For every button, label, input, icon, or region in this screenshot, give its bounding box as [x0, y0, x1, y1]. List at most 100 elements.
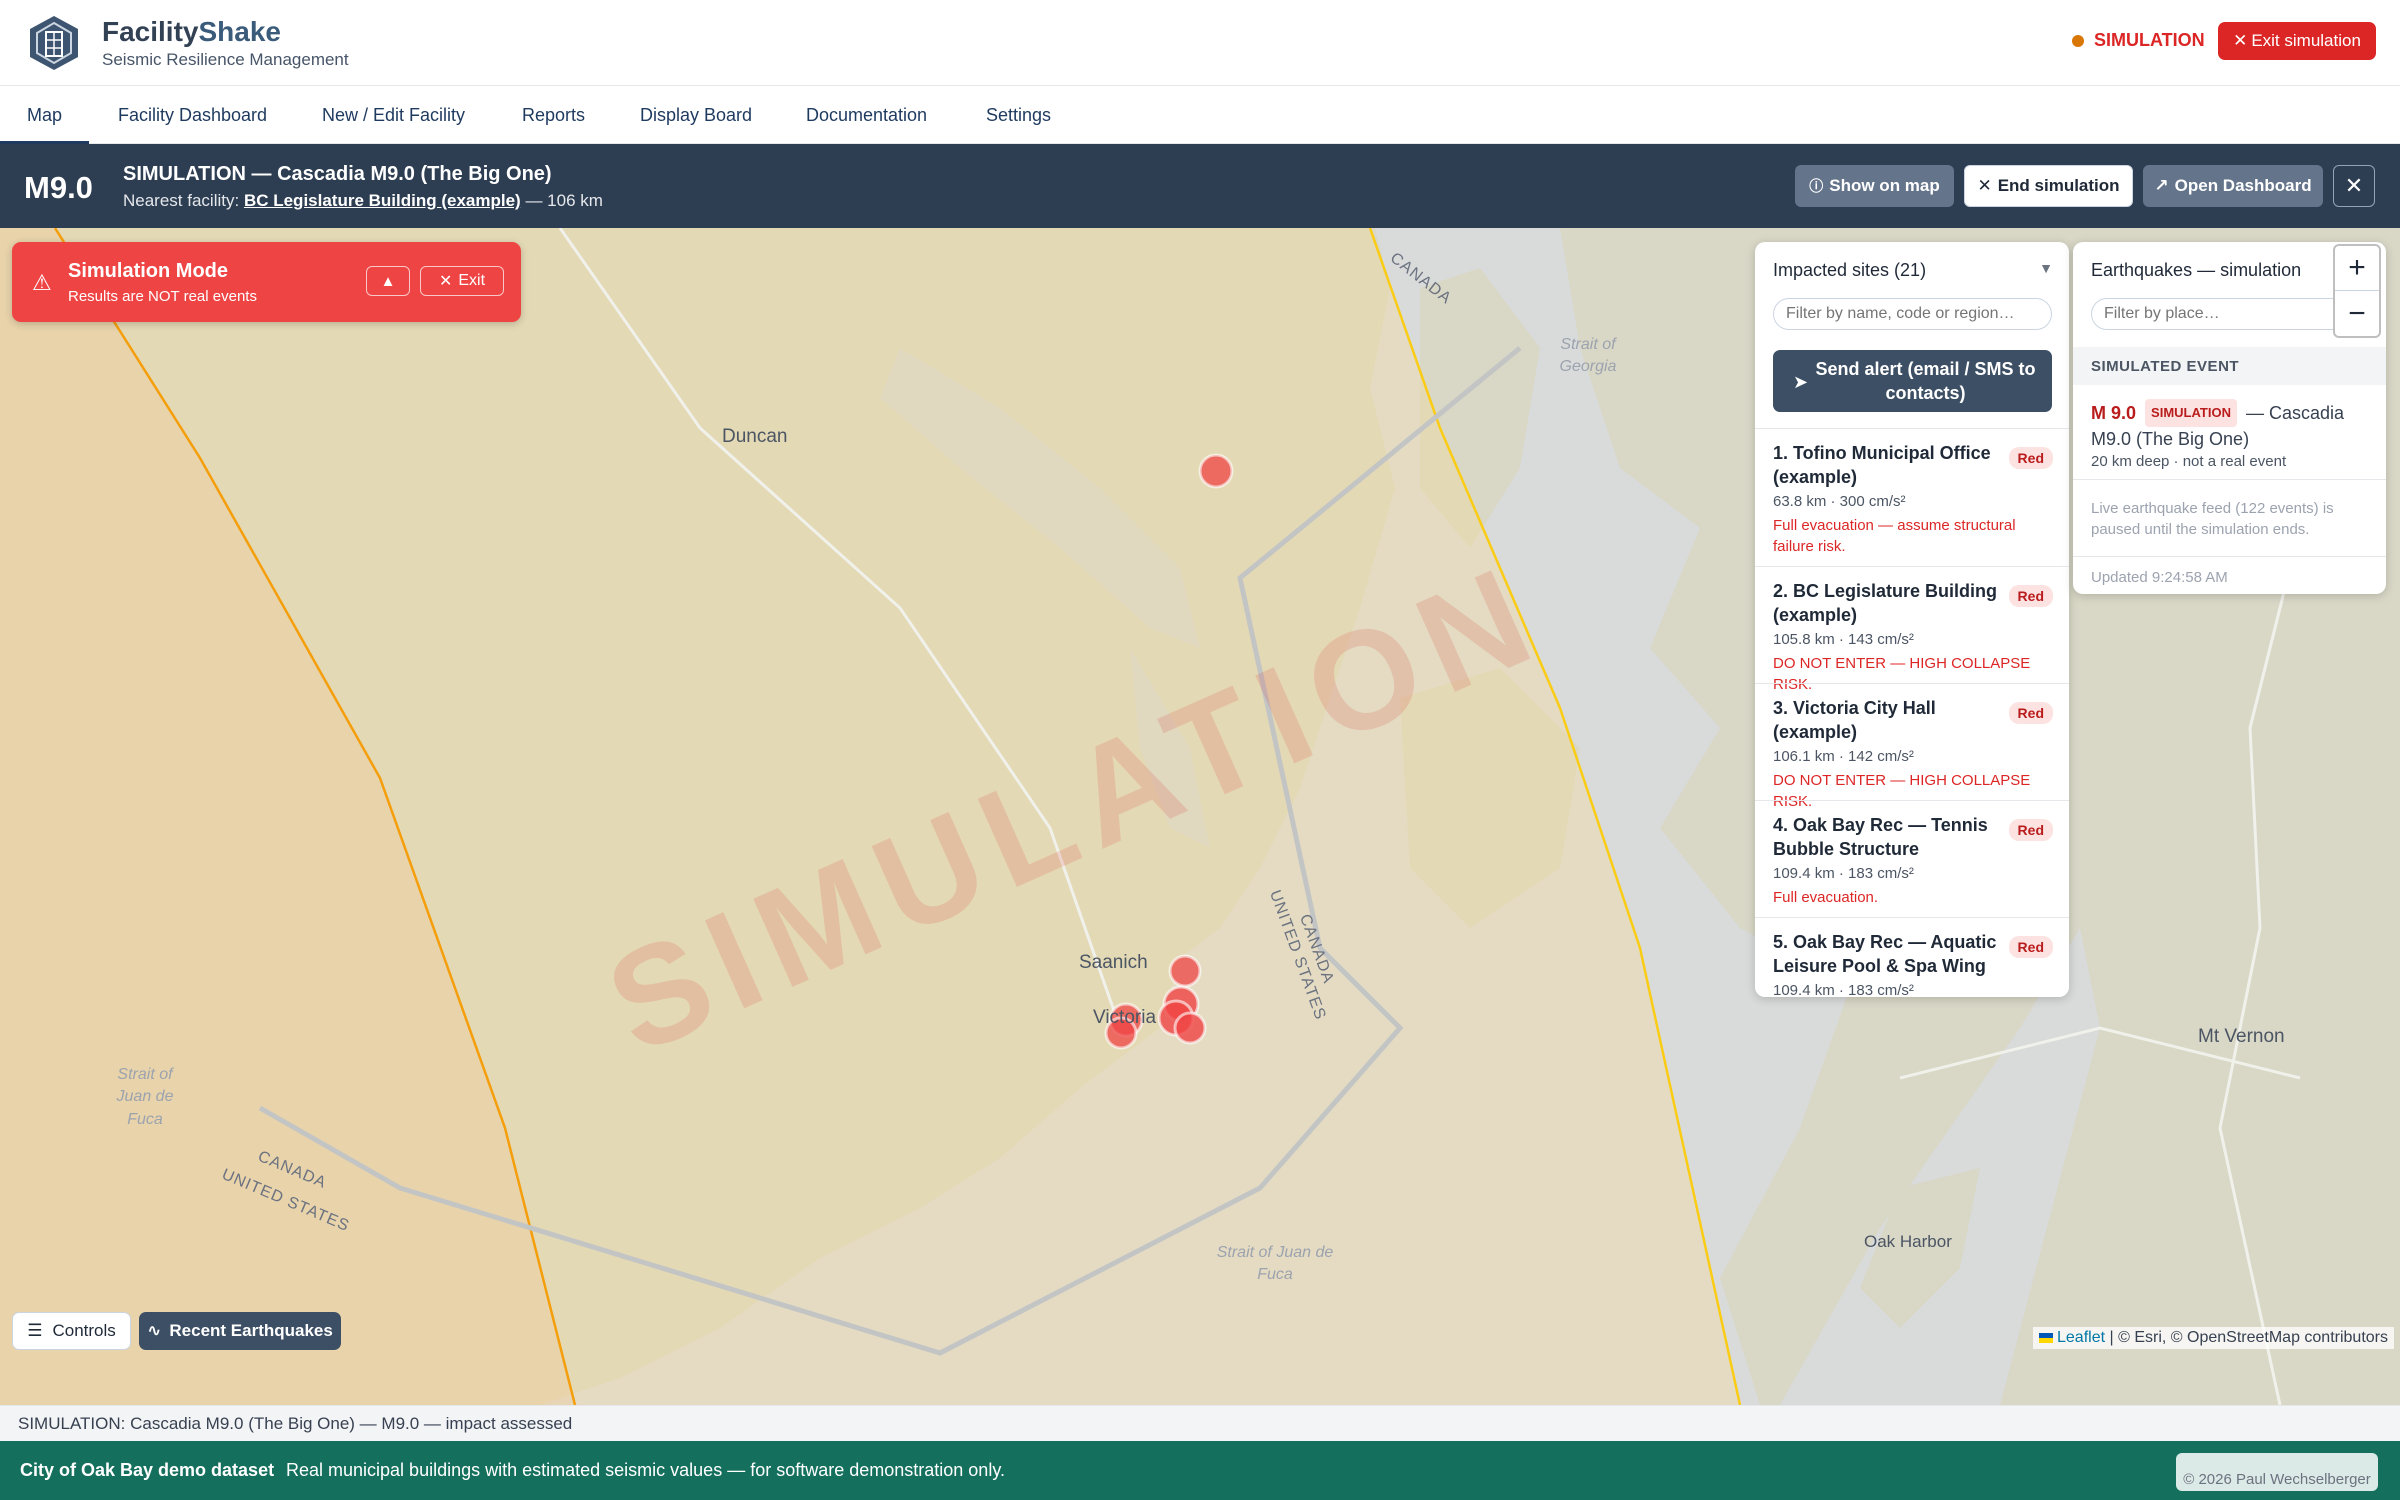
map-label-strait-juan-west: Strait of Juan de Fuca	[116, 1066, 174, 1128]
send-alert-button[interactable]: ➤ Send alert (email / SMS to contacts)	[1773, 350, 2052, 412]
simulation-tag: SIMULATION	[2145, 399, 2237, 427]
simulation-mode-title: Simulation Mode	[68, 260, 228, 282]
map-label-saanich: Saanich	[1079, 952, 1148, 973]
map-label-strait-georgia: Strait of Georgia	[1559, 336, 1617, 376]
site-meta: 63.8 km · 300 cm/s²	[1773, 493, 1906, 510]
site-meta: 109.4 km · 183 cm/s²	[1773, 865, 1914, 882]
map-label-victoria: Victoria	[1093, 1007, 1157, 1028]
nav-item-settings[interactable]: Settings	[986, 86, 1051, 144]
collapse-button[interactable]: ▲	[366, 266, 410, 296]
zoom-control: + −	[2333, 244, 2381, 338]
close-icon: ✕	[2233, 31, 2248, 50]
leaflet-link[interactable]: Leaflet	[2057, 1329, 2105, 1346]
site-status-badge: Red	[2008, 936, 2053, 958]
map-attribution: Leaflet | © Esri, © OpenStreetMap contri…	[2032, 1327, 2394, 1349]
map-label-oak-harbor: Oak Harbor	[1864, 1232, 1952, 1251]
nav-item-map[interactable]: Map	[0, 86, 90, 144]
simulation-status: SIMULATION	[2072, 30, 2205, 51]
nav-item-new-edit-facility[interactable]: New / Edit Facility	[322, 86, 465, 144]
main-nav: Map Facility Dashboard New / Edit Facili…	[0, 86, 2400, 144]
site-action: Full evacuation.	[1773, 889, 1879, 906]
site-status-badge: Red	[2008, 585, 2053, 607]
earthquake-magnitude: M 9.0	[2091, 403, 2137, 423]
site-name: 3. Victoria City Hall (example)	[1773, 698, 1936, 742]
simulated-event-section-header: SIMULATED EVENT	[2073, 347, 2386, 385]
nav-item-display-board[interactable]: Display Board	[640, 86, 752, 144]
impacted-site-item[interactable]: 4. Oak Bay Rec — Tennis Bubble Structure…	[1755, 800, 2069, 917]
exit-simulation-button[interactable]: ✕ Exit simulation	[2218, 22, 2376, 60]
send-icon: ➤	[1793, 372, 1809, 392]
site-meta: 105.8 km · 143 cm/s²	[1773, 631, 1914, 648]
feed-paused-note: Live earthquake feed (122 events) is pau…	[2091, 500, 2334, 538]
nav-item-reports[interactable]: Reports	[522, 86, 585, 144]
close-banner-button[interactable]: ✕	[2333, 165, 2375, 207]
impacted-site-item[interactable]: 1. Tofino Municipal Office (example) Red…	[1755, 428, 2069, 566]
site-name: 4. Oak Bay Rec — Tennis Bubble Structure	[1773, 815, 1988, 859]
site-meta: 106.1 km · 142 cm/s²	[1773, 748, 1914, 765]
earthquakes-filter-input[interactable]	[2091, 298, 2361, 330]
external-link-icon: ↗	[2154, 176, 2169, 195]
exit-simulation-mode-button[interactable]: ✕ Exit	[420, 266, 504, 296]
end-simulation-button[interactable]: ✕ End simulation	[1964, 165, 2133, 207]
earthquake-meta: 20 km deep · not a real event	[2091, 453, 2287, 470]
facility-marker[interactable]	[1198, 453, 1234, 489]
map-label-strait-juan-south: Strait of Juan de Fuca	[1216, 1244, 1334, 1284]
open-dashboard-button[interactable]: ↗ Open Dashboard	[2143, 165, 2323, 207]
impacted-site-item[interactable]: 2. BC Legislature Building (example) Red…	[1755, 566, 2069, 693]
map-label-duncan: Duncan	[722, 426, 788, 447]
show-on-map-button[interactable]: ⓘ Show on map	[1795, 165, 1954, 207]
menu-icon: ☰	[27, 1321, 43, 1340]
brand: FacilityShake Seismic Resilience Managem…	[102, 16, 349, 70]
ukraine-flag-icon	[2038, 1333, 2053, 1343]
logo-icon	[30, 16, 78, 70]
earthquake-list-item[interactable]: M 9.0 SIMULATION — Cascadia M9.0 (The Bi…	[2073, 385, 2386, 480]
footer-copyright: © 2026 Paul Wechselberger	[2176, 1453, 2378, 1491]
close-icon: ✕	[2344, 173, 2364, 198]
brand-subtitle: Seismic Resilience Management	[102, 50, 349, 69]
site-meta: 109.4 km · 183 cm/s²	[1773, 982, 1914, 997]
site-status-badge: Red	[2008, 819, 2053, 841]
zoom-out-button[interactable]: −	[2335, 291, 2379, 336]
nearest-facility: Nearest facility: BC Legislature Buildin…	[123, 191, 603, 210]
impacted-sites-filter-input[interactable]	[1773, 298, 2052, 330]
chevron-up-icon: ▲	[380, 272, 396, 290]
status-dot-icon	[2072, 34, 2084, 47]
impacted-site-item[interactable]: 3. Victoria City Hall (example) Red 106.…	[1755, 683, 2069, 810]
impacted-site-item[interactable]: 5. Oak Bay Rec — Aquatic Leisure Pool & …	[1755, 917, 2069, 997]
footer: City of Oak Bay demo dataset Real munici…	[0, 1441, 2400, 1500]
brand-name: FacilityShake	[102, 16, 281, 47]
map-label-mt-vernon: Mt Vernon	[2198, 1026, 2285, 1047]
close-icon: ✕	[438, 273, 453, 290]
earthquake-summary: M 9.0 SIMULATION — Cascadia M9.0 (The Bi…	[2091, 399, 2371, 451]
event-title: SIMULATION — Cascadia M9.0 (The Big One)	[123, 163, 552, 185]
impacted-sites-panel: Impacted sites (21) ▼ ➤ Send alert (emai…	[1755, 242, 2069, 997]
site-status-badge: Red	[2008, 447, 2053, 469]
nav-item-documentation[interactable]: Documentation	[806, 86, 927, 144]
footer-note: Real municipal buildings with estimated …	[286, 1460, 1005, 1480]
site-name: 5. Oak Bay Rec — Aquatic Leisure Pool & …	[1773, 932, 1997, 976]
updated-timestamp: Updated 9:24:58 AM	[2073, 556, 2386, 594]
facility-marker[interactable]	[1173, 1011, 1207, 1045]
site-status-badge: Red	[2008, 702, 2053, 724]
nearest-facility-link[interactable]: BC Legislature Building (example)	[244, 191, 521, 210]
facility-marker[interactable]	[1168, 954, 1202, 988]
close-icon: ✕	[1977, 176, 1992, 195]
simulation-mode-banner: ⚠ Simulation Mode Results are NOT real e…	[12, 242, 521, 322]
warning-icon: ⚠	[32, 270, 52, 295]
controls-button[interactable]: ☰ Controls	[12, 1312, 131, 1350]
site-name: 1. Tofino Municipal Office (example)	[1773, 443, 1991, 487]
earthquakes-title: Earthquakes — simulation	[2091, 260, 2302, 280]
zoom-in-button[interactable]: +	[2335, 246, 2379, 291]
chevron-down-icon[interactable]: ▼	[2039, 260, 2053, 276]
recent-earthquakes-button[interactable]: ∿ Recent Earthquakes	[139, 1312, 341, 1350]
app-header: FacilityShake Seismic Resilience Managem…	[0, 0, 2400, 86]
magnitude-label: M9.0	[24, 170, 93, 205]
map[interactable]: Duncan Saanich Victoria Mt Vernon Oak Ha…	[0, 228, 2400, 1405]
info-icon: ⓘ	[1809, 178, 1824, 194]
site-action: Full evacuation — assume structural fail…	[1773, 517, 2016, 555]
nav-item-facility-dashboard[interactable]: Facility Dashboard	[118, 86, 267, 144]
footer-dataset: City of Oak Bay demo dataset	[20, 1460, 275, 1480]
simulation-mode-subtitle: Results are NOT real events	[68, 288, 257, 305]
site-name: 2. BC Legislature Building (example)	[1773, 581, 1998, 625]
event-banner: M9.0 SIMULATION — Cascadia M9.0 (The Big…	[0, 144, 2400, 228]
